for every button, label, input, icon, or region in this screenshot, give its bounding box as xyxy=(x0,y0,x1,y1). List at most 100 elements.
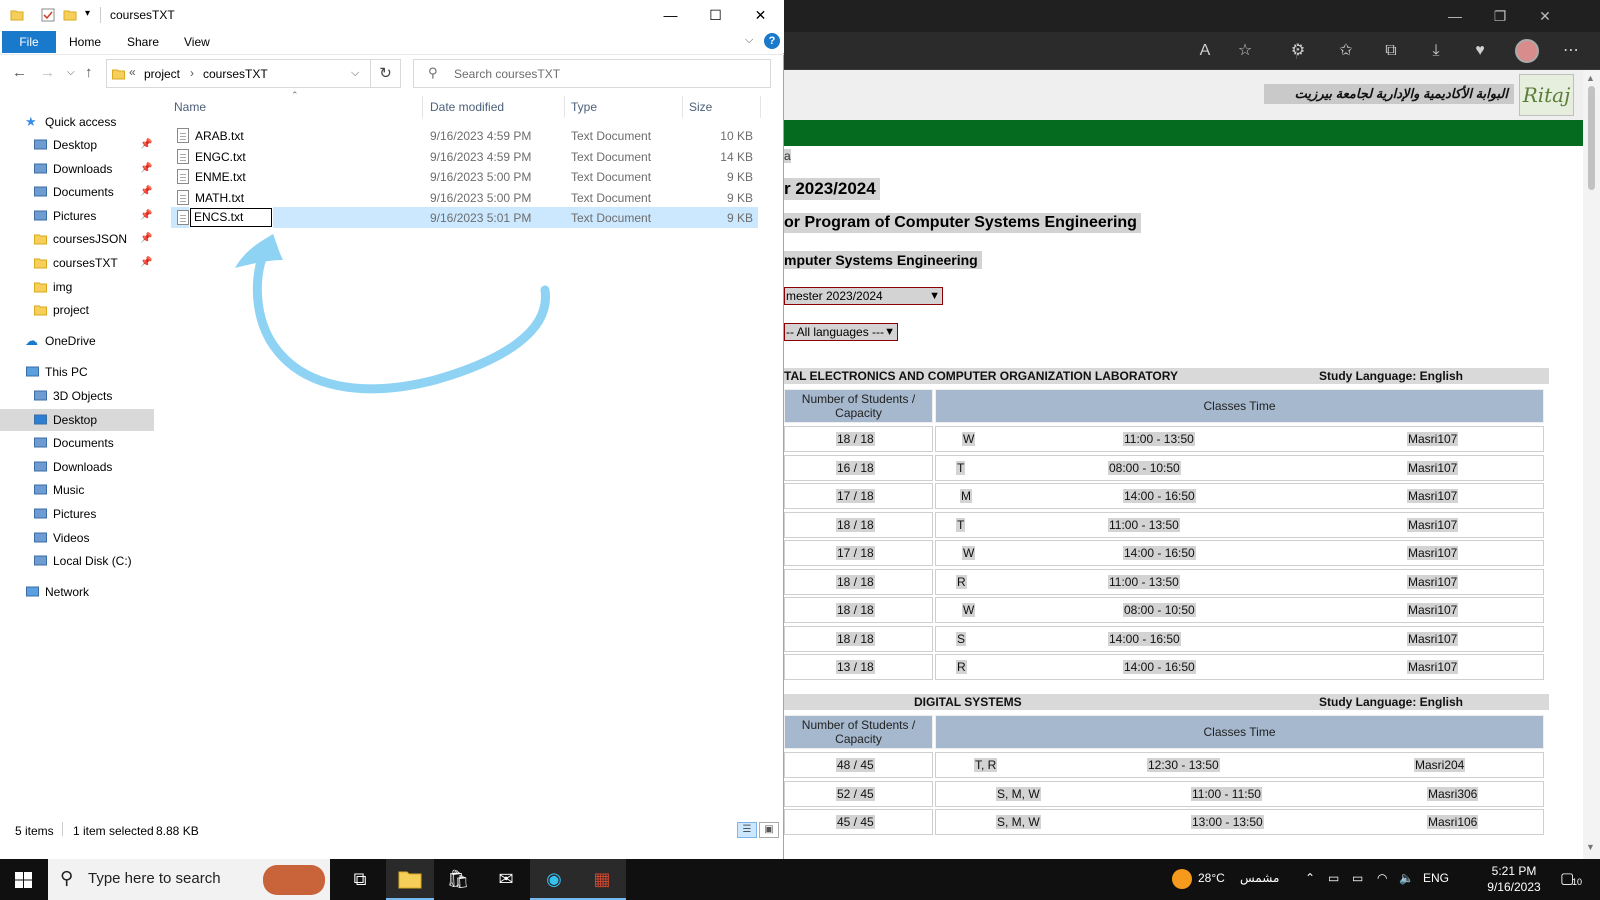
taskbar-clock[interactable]: 5:21 PM 9/16/2023 xyxy=(1475,863,1553,895)
breadcrumb-coursestxt[interactable]: coursesTXT xyxy=(203,67,268,81)
pin-icon[interactable]: 📌 xyxy=(140,228,152,250)
maximize-button[interactable]: ☐ xyxy=(693,0,738,31)
nav-onedrive[interactable]: ☁ OneDrive xyxy=(0,330,154,352)
file-row[interactable]: ENGC.txt 9/16/2023 4:59 PM Text Document 14… xyxy=(171,146,758,167)
wifi-icon[interactable]: ◠ xyxy=(1377,871,1387,885)
nav-quick-downloads[interactable]: Downloads 📌 xyxy=(0,158,154,180)
nav-pc-videos[interactable]: Videos xyxy=(0,527,154,549)
back-arrow-icon[interactable]: ← xyxy=(12,64,27,81)
file-row[interactable]: MATH.txt 9/16/2023 5:00 PM Text Document 9 … xyxy=(171,187,758,208)
breadcrumb-project[interactable]: project xyxy=(144,67,180,81)
file-explorer-taskbar-icon[interactable] xyxy=(386,859,434,900)
winrar-taskbar-icon[interactable]: ▦ xyxy=(578,859,626,900)
tab-file[interactable]: File xyxy=(2,31,56,53)
expand-ribbon-icon[interactable]: ⌵ xyxy=(745,34,753,47)
tab-view[interactable]: View xyxy=(184,35,210,49)
address-dropdown-icon[interactable]: ⌵ xyxy=(351,67,359,80)
store-icon[interactable]: 🛍 xyxy=(434,859,482,900)
nav-pc-music[interactable]: Music xyxy=(0,479,154,501)
tab-home[interactable]: Home xyxy=(69,35,101,49)
help-icon[interactable]: ? xyxy=(764,33,780,49)
up-arrow-icon[interactable]: ↑ xyxy=(85,64,93,81)
show-hidden-icons-icon[interactable]: ⌃ xyxy=(1305,871,1315,885)
recent-locations-icon[interactable]: ⌵ xyxy=(67,67,75,78)
column-separator[interactable] xyxy=(760,96,761,118)
new-folder-icon[interactable] xyxy=(63,8,77,22)
details-view-button[interactable]: ☰ xyxy=(737,822,757,838)
breadcrumb-overflow-icon[interactable]: « xyxy=(129,65,136,79)
nav-quick-img[interactable]: img xyxy=(0,276,154,298)
edge-minimize-button[interactable]: — xyxy=(1435,5,1475,27)
file-row[interactable]: ARAB.txt 9/16/2023 4:59 PM Text Document 10… xyxy=(171,125,758,146)
semester-select[interactable]: mester 2023/2024 ▼ xyxy=(784,287,943,305)
start-button[interactable] xyxy=(0,859,47,900)
nav-quick-project[interactable]: project xyxy=(0,299,154,321)
collections-icon[interactable]: ⧉ xyxy=(1378,40,1404,62)
nav-pc-pictures[interactable]: Pictures xyxy=(0,503,154,525)
volume-icon[interactable]: 🔈 xyxy=(1399,871,1414,885)
edge-close-button[interactable]: ✕ xyxy=(1525,5,1565,27)
task-view-icon[interactable]: ⧉ xyxy=(336,859,384,900)
battery-icon[interactable]: ▭ xyxy=(1352,871,1363,885)
scroll-up-arrow-icon[interactable]: ▲ xyxy=(1586,73,1595,83)
nav-pc-local-disk-c[interactable]: Local Disk (C:) xyxy=(0,550,154,572)
ritaj-logo[interactable]: Ritaj xyxy=(1519,74,1574,116)
rename-input[interactable]: ENCS.txt xyxy=(189,207,273,228)
nav-network[interactable]: Network xyxy=(0,581,154,603)
column-size[interactable]: Size xyxy=(689,100,712,114)
edge-restore-button[interactable]: ❐ xyxy=(1480,5,1520,27)
column-name[interactable]: Name xyxy=(174,100,206,114)
nav-quick-access[interactable]: ★ Quick access xyxy=(0,111,154,133)
weather-temperature[interactable]: 28°C xyxy=(1198,871,1225,885)
language-select[interactable]: -- All languages --- ▼ xyxy=(784,323,898,341)
settings-more-icon[interactable]: ⋯ xyxy=(1558,40,1584,62)
performance-icon[interactable]: ♥ xyxy=(1467,40,1493,62)
profile-avatar[interactable] xyxy=(1515,39,1539,63)
pin-icon[interactable]: 📌 xyxy=(140,134,152,156)
column-date-modified[interactable]: Date modified xyxy=(430,100,504,114)
meet-now-icon[interactable]: ▭ xyxy=(1328,871,1339,885)
weather-description[interactable]: مشمس xyxy=(1240,871,1279,885)
pin-icon[interactable]: 📌 xyxy=(140,158,152,180)
column-separator[interactable] xyxy=(564,96,565,118)
scroll-down-arrow-icon[interactable]: ▼ xyxy=(1586,842,1595,852)
address-bar[interactable]: « project › coursesTXT ⌵ xyxy=(106,59,371,88)
scrollbar-thumb[interactable] xyxy=(1588,86,1595,190)
column-separator[interactable] xyxy=(682,96,683,118)
notification-center-button[interactable]: ▢ 10 xyxy=(1560,867,1584,891)
nav-quick-documents[interactable]: Documents 📌 xyxy=(0,181,154,203)
favorite-star-icon[interactable]: ☆ xyxy=(1232,40,1258,62)
file-row[interactable]: ENME.txt 9/16/2023 5:00 PM Text Document 9 … xyxy=(171,166,758,187)
refresh-button[interactable]: ↻ xyxy=(371,59,401,88)
nav-pc-desktop[interactable]: Desktop xyxy=(0,408,154,431)
forward-arrow-icon[interactable]: → xyxy=(40,64,55,81)
column-separator[interactable] xyxy=(422,96,423,118)
nav-quick-coursesjson[interactable]: coursesJSON 📌 xyxy=(0,228,154,250)
favorites-icon[interactable]: ✩ xyxy=(1333,40,1359,62)
pin-icon[interactable]: 📌 xyxy=(140,181,152,203)
downloads-icon[interactable]: ⤓ xyxy=(1423,40,1449,62)
column-type[interactable]: Type xyxy=(571,100,597,114)
nav-quick-coursestxt[interactable]: coursesTXT 📌 xyxy=(0,252,154,274)
pin-icon[interactable]: 📌 xyxy=(140,205,152,227)
tab-share[interactable]: Share xyxy=(127,35,159,49)
nav-pc-3d-objects[interactable]: 3D Objects xyxy=(0,385,154,407)
taskbar-search-box[interactable]: ⚲ Type here to search xyxy=(48,859,330,900)
nav-quick-desktop[interactable]: Desktop 📌 xyxy=(0,134,154,156)
minimize-button[interactable]: — xyxy=(648,0,693,31)
mail-icon[interactable]: ✉ xyxy=(482,859,530,900)
edge-taskbar-icon[interactable]: ◉ xyxy=(530,859,578,900)
nav-pc-downloads[interactable]: Downloads xyxy=(0,456,154,478)
search-input[interactable]: ⚲ Search coursesTXT xyxy=(413,59,771,88)
weather-sun-icon[interactable] xyxy=(1172,869,1192,889)
input-language[interactable]: ENG xyxy=(1423,871,1449,885)
nav-this-pc[interactable]: This PC xyxy=(0,361,154,383)
read-aloud-icon[interactable]: A xyxy=(1192,40,1218,62)
nav-pc-documents[interactable]: Documents xyxy=(0,432,154,454)
extensions-icon[interactable]: ⚙ xyxy=(1285,40,1311,62)
large-icons-view-button[interactable]: ▣ xyxy=(759,822,779,838)
customize-quick-access-icon[interactable]: ▾ xyxy=(85,8,90,19)
pin-icon[interactable]: 📌 xyxy=(140,252,152,274)
close-button[interactable]: ✕ xyxy=(738,0,783,31)
nav-quick-pictures[interactable]: Pictures 📌 xyxy=(0,205,154,227)
